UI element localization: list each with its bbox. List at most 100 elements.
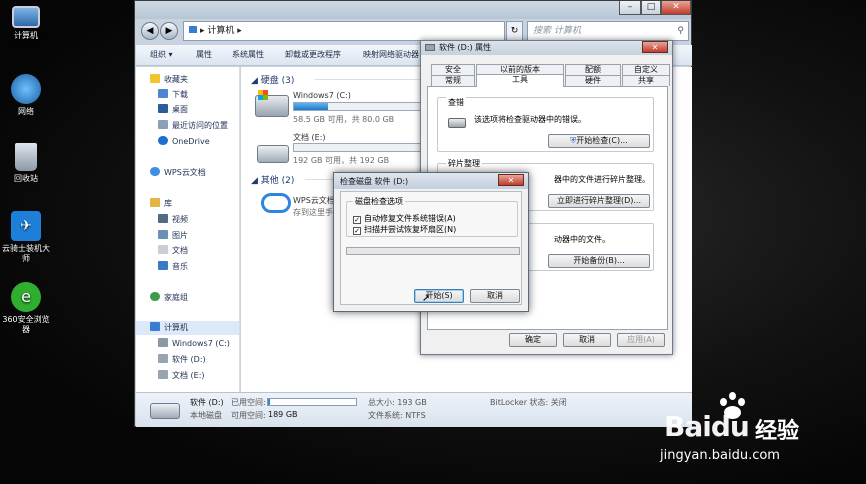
- back-button[interactable]: ◀: [141, 22, 159, 40]
- close-button[interactable]: ✕: [642, 41, 668, 53]
- backup-now-button[interactable]: 开始备份(B)...: [548, 254, 650, 268]
- drive-check-icon: [448, 118, 466, 128]
- nav-recent[interactable]: 最近访问的位置: [158, 119, 228, 133]
- windows-logo-icon: [258, 90, 268, 100]
- options-group-title: 磁盘检查选项: [353, 196, 405, 207]
- jingyan-logo-text: 经验: [755, 419, 800, 444]
- nav-drive-c[interactable]: Windows7 (C:): [158, 337, 230, 351]
- nav-libraries[interactable]: 库: [150, 197, 172, 211]
- defrag-desc: 器中的文件进行碎片整理。: [554, 175, 650, 184]
- properties-titlebar: 软件 (D:) 属性 ✕: [421, 41, 672, 55]
- auto-fix-checkbox[interactable]: ✓ 自动修复文件系统错误(A): [353, 213, 456, 224]
- desktop-icon-label: 计算机: [14, 31, 38, 40]
- computer-small-icon: [189, 26, 197, 33]
- group-header-other[interactable]: ◢ 其他 (2): [251, 173, 294, 186]
- tab-customize[interactable]: 自定义: [622, 64, 670, 75]
- defrag-now-button[interactable]: 立即进行碎片整理(D)...: [548, 194, 650, 208]
- nav-desktop[interactable]: 桌面: [158, 103, 188, 117]
- wps-cloud-icon: [150, 167, 160, 176]
- drive-e-free: 192 GB 可用，共 192 GB: [293, 156, 390, 165]
- watermark-url: jingyan.baidu.com: [660, 448, 780, 463]
- organize-menu[interactable]: 组织 ▾: [150, 45, 173, 65]
- search-icon: ⚲: [677, 26, 684, 36]
- tab-tools[interactable]: 工具: [476, 74, 564, 87]
- library-icon: [150, 198, 160, 207]
- cancel-button[interactable]: 取消: [563, 333, 611, 347]
- wps-cloud-icon: [261, 193, 291, 213]
- windows-drive-icon: [158, 338, 168, 347]
- drive-e-name[interactable]: 文档 (E:): [293, 132, 326, 143]
- wps-cloud-desc: 存到这里手: [293, 208, 333, 217]
- forward-button[interactable]: ▶: [160, 22, 178, 40]
- nav-drive-d[interactable]: 软件 (D:): [158, 353, 206, 367]
- status-filesystem: 文件系统: NTFS: [368, 411, 426, 420]
- status-used-label: 已用空间:: [231, 398, 266, 407]
- address-text: 计算机: [207, 26, 235, 36]
- homegroup-icon: [150, 292, 160, 301]
- browser-360-icon: e: [11, 282, 41, 312]
- check-disk-titlebar: 检查磁盘 软件 (D:) ✕: [334, 173, 528, 189]
- nav-computer[interactable]: 计算机: [136, 321, 239, 335]
- desktop-icon-recycle-bin[interactable]: 回收站: [0, 143, 52, 184]
- desktop-icon-yunqishi[interactable]: ✈ 云骑士装机大师: [0, 211, 52, 264]
- mouse-cursor-icon: ➚: [422, 293, 431, 304]
- nav-onedrive[interactable]: OneDrive: [158, 135, 210, 149]
- minimize-button[interactable]: –: [619, 1, 641, 15]
- paw-logo-icon: [716, 392, 750, 420]
- uninstall-command[interactable]: 卸载或更改程序: [285, 45, 341, 65]
- nav-favorites[interactable]: 收藏夹: [150, 73, 188, 87]
- maximize-button[interactable]: □: [641, 1, 661, 15]
- drive-icon: [257, 145, 289, 163]
- music-icon: [158, 261, 168, 270]
- status-usage-bar: [267, 398, 357, 406]
- apply-button[interactable]: 应用(A): [617, 333, 665, 347]
- nav-downloads[interactable]: 下载: [158, 88, 188, 102]
- address-bar[interactable]: ▸ 计算机 ▸: [183, 21, 505, 41]
- tab-general[interactable]: 常规: [431, 75, 475, 86]
- tab-security[interactable]: 安全: [431, 64, 475, 75]
- map-network-drive-command[interactable]: 映射网络驱动器: [363, 45, 419, 65]
- check-now-button[interactable]: ⛨开始检查(C)...: [548, 134, 650, 148]
- desktop-icon-network[interactable]: 网络: [0, 74, 52, 117]
- desktop-icon-computer[interactable]: 计算机: [0, 6, 52, 41]
- system-properties-command[interactable]: 系统属性: [232, 45, 264, 65]
- disk-check-options-group: 磁盘检查选项 ✓ 自动修复文件系统错误(A) ✓ 扫描并尝试恢复坏扇区(N): [346, 196, 518, 237]
- nav-music[interactable]: 音乐: [158, 260, 188, 274]
- cancel-button[interactable]: 取消: [470, 289, 520, 303]
- wps-cloud-name[interactable]: WPS云文档: [293, 195, 335, 206]
- yunqishi-icon: ✈: [11, 211, 41, 241]
- recycle-bin-icon: [15, 143, 37, 171]
- tab-sharing[interactable]: 共享: [622, 75, 670, 86]
- close-button[interactable]: ✕: [661, 1, 691, 15]
- navigation-pane: 收藏夹 下载 桌面 最近访问的位置 OneDrive WPS云文档 库 视频 图…: [136, 67, 240, 392]
- desktop: 计算机 网络 回收站 ✈ 云骑士装机大师 e 360安全浏览器 – □ ✕ ◀ …: [0, 0, 866, 484]
- nav-wps-cloud[interactable]: WPS云文档: [150, 166, 206, 180]
- group-header-hdd[interactable]: ◢ 硬盘 (3): [251, 73, 294, 86]
- status-free-label: 可用空间:: [231, 411, 266, 420]
- nav-pictures[interactable]: 图片: [158, 229, 188, 243]
- tab-quota[interactable]: 配额: [565, 64, 621, 75]
- nav-documents[interactable]: 文档: [158, 244, 188, 258]
- refresh-button[interactable]: ↻: [506, 21, 523, 41]
- search-input[interactable]: 搜索 计算机 ⚲: [527, 21, 689, 41]
- desktop-icon-label: 360安全浏览器: [2, 315, 50, 334]
- windows-drive-icon: [255, 90, 289, 117]
- nav-homegroup[interactable]: 家庭组: [150, 291, 188, 305]
- drive-e-usage-bar: [293, 143, 421, 152]
- ok-button[interactable]: 确定: [509, 333, 557, 347]
- desktop-icon-360-browser[interactable]: e 360安全浏览器: [0, 282, 52, 335]
- tab-hardware[interactable]: 硬件: [565, 75, 621, 86]
- drive-icon: [158, 354, 168, 363]
- network-icon: [11, 74, 41, 104]
- nav-videos[interactable]: 视频: [158, 213, 188, 227]
- nav-drive-e[interactable]: 文档 (E:): [158, 369, 205, 383]
- desktop-icon-label: 云骑士装机大师: [2, 244, 50, 263]
- check-disk-title: 检查磁盘 软件 (D:): [340, 177, 409, 186]
- drive-c-name[interactable]: Windows7 (C:): [293, 91, 351, 100]
- drive-c-usage-bar: [293, 102, 421, 111]
- computer-icon: [12, 6, 40, 28]
- scan-bad-sectors-checkbox[interactable]: ✓ 扫描并尝试恢复坏扇区(N): [353, 224, 456, 235]
- close-button[interactable]: ✕: [498, 174, 524, 186]
- properties-command[interactable]: 属性: [196, 45, 212, 65]
- status-usage-fill: [268, 399, 270, 405]
